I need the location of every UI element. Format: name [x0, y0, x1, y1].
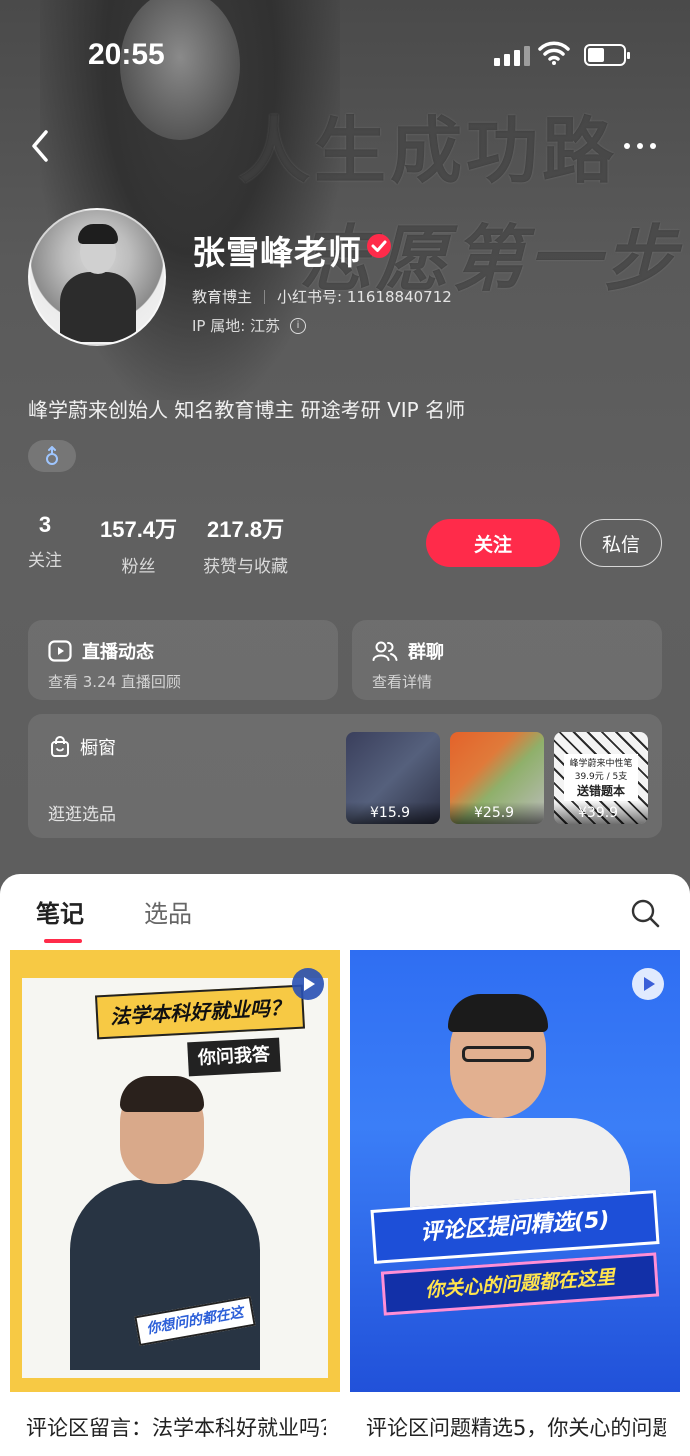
live-card-subtitle: 查看 3.24 直播回顾: [48, 673, 181, 691]
note-cover-person: [410, 990, 640, 1228]
stat-likes-collects[interactable]: 217.8万 获赞与收藏: [203, 512, 288, 577]
product-3-label-top: 峰学蔚来中性笔: [569, 759, 633, 769]
note-cover[interactable]: 法学本科好就业吗？ 你问我答 你想问的都在这: [10, 950, 340, 1392]
product-price: ¥25.9: [450, 802, 544, 824]
status-time: 20:55: [88, 38, 165, 71]
back-arrow-icon[interactable]: [22, 126, 62, 166]
male-icon: [46, 446, 58, 465]
avatar-body: [60, 272, 136, 342]
gender-tag: [28, 440, 76, 472]
stat-value: 3: [38, 512, 52, 537]
verified-badge-icon: [367, 234, 391, 258]
shop-title-row: 橱窗: [50, 734, 116, 760]
content-tabs: 笔记 选品: [36, 894, 192, 943]
shop-window-card[interactable]: 橱窗 逛逛选品 ¥15.9 ¥25.9 峰学蔚来中性笔 39.9元 / 5支 送…: [28, 714, 662, 838]
profile-meta-row: 教育博主 小红书号: 11618840712: [192, 286, 452, 307]
product-price: ¥15.9: [346, 802, 440, 824]
product-3-label-bottom: 送错题本: [576, 784, 625, 798]
stat-following[interactable]: 3 关注: [28, 512, 62, 577]
wifi-icon: [538, 41, 570, 65]
note-card[interactable]: 评论区提问精选(5) 你关心的问题都在这里 评论区问题精选5，你关心的问题都在这…: [350, 950, 680, 1456]
stat-label: 获赞与收藏: [203, 557, 289, 577]
product-price: ¥39.9: [554, 802, 648, 824]
shop-subtitle[interactable]: 逛逛选品: [48, 800, 116, 825]
video-play-icon: [292, 968, 324, 1000]
shop-product-3[interactable]: 峰学蔚来中性笔 39.9元 / 5支 送错题本 ¥39.9: [554, 732, 648, 824]
battery-icon: [584, 44, 630, 66]
group-card-subtitle: 查看详情: [372, 673, 433, 691]
profile-ip-location: IP 属地: 江苏: [192, 317, 281, 335]
message-button[interactable]: 私信: [580, 519, 662, 567]
person-hair: [120, 1076, 204, 1112]
tab-notes[interactable]: 笔记: [36, 894, 84, 943]
group-chat-icon: [372, 641, 398, 661]
video-play-icon: [632, 968, 664, 1000]
live-card-title-row: 直播动态: [48, 638, 154, 664]
profile-bio: 峰学蔚来创始人 知名教育博主 研途考研 VIP 名师: [28, 398, 466, 422]
group-card-title-row: 群聊: [372, 638, 444, 664]
profile-ip-row: IP 属地: 江苏 i: [192, 315, 307, 336]
avatar[interactable]: [28, 208, 166, 346]
stat-followers[interactable]: 157.4万 粉丝: [100, 512, 177, 577]
cellular-signal-icon: [494, 44, 530, 66]
shop-product-2[interactable]: ¥25.9: [450, 732, 544, 824]
header-slogan-line1: 人生成功路: [238, 109, 619, 193]
shop-product-1[interactable]: ¥15.9: [346, 732, 440, 824]
info-icon[interactable]: i: [290, 317, 307, 334]
note-title[interactable]: 评论区留言：法学本科好就业吗？: [26, 1412, 326, 1452]
group-chat-card[interactable]: 群聊 查看详情: [352, 620, 662, 700]
avatar-hair: [78, 224, 118, 244]
product-3-label-mid: 39.9元 / 5支: [574, 772, 628, 782]
note-title[interactable]: 评论区问题精选5，你关心的问题都在这里: [366, 1412, 666, 1452]
tab-products[interactable]: 选品: [144, 894, 192, 929]
profile-role: 教育博主: [192, 288, 253, 306]
group-card-title: 群聊: [408, 642, 444, 663]
stat-value: 157.4万: [100, 517, 178, 542]
follow-button[interactable]: 关注: [426, 519, 560, 567]
note-card[interactable]: 法学本科好就业吗？ 你问我答 你想问的都在这 评论区留言：法学本科好就业吗？: [10, 950, 340, 1456]
shop-title: 橱窗: [80, 738, 116, 759]
live-activity-card[interactable]: 直播动态 查看 3.24 直播回顾: [28, 620, 338, 700]
live-card-title: 直播动态: [82, 642, 154, 663]
stat-value: 217.8万: [207, 517, 285, 542]
note-cover-subbanner: 你问我答: [187, 1037, 281, 1077]
person-glasses: [462, 1046, 534, 1062]
live-video-icon: [48, 640, 72, 662]
notes-sheet: 笔记 选品 法学本科好就业吗？ 你问我答 你想问的都在这 评论区留言：法学本科好…: [0, 874, 690, 1456]
person-hair: [448, 994, 548, 1032]
profile-stats: 3 关注 157.4万 粉丝 217.8万 获赞与收藏: [28, 512, 314, 577]
stat-label: 粉丝: [121, 557, 156, 577]
shopping-bag-icon: [51, 736, 69, 757]
more-options-icon[interactable]: [624, 136, 664, 156]
note-cover[interactable]: 评论区提问精选(5) 你关心的问题都在这里: [350, 950, 680, 1392]
note-cover-subbanner: 你关心的问题都在这里: [380, 1252, 660, 1316]
stat-label: 关注: [28, 551, 62, 571]
search-icon[interactable]: [630, 898, 660, 928]
profile-xhs-id[interactable]: 小红书号: 11618840712: [277, 286, 452, 307]
profile-name: 张雪峰老师: [192, 233, 362, 272]
product-3-label: 峰学蔚来中性笔 39.9元 / 5支 送错题本: [564, 754, 638, 801]
meta-divider: [264, 289, 266, 304]
status-bar: 20:55: [0, 0, 690, 100]
